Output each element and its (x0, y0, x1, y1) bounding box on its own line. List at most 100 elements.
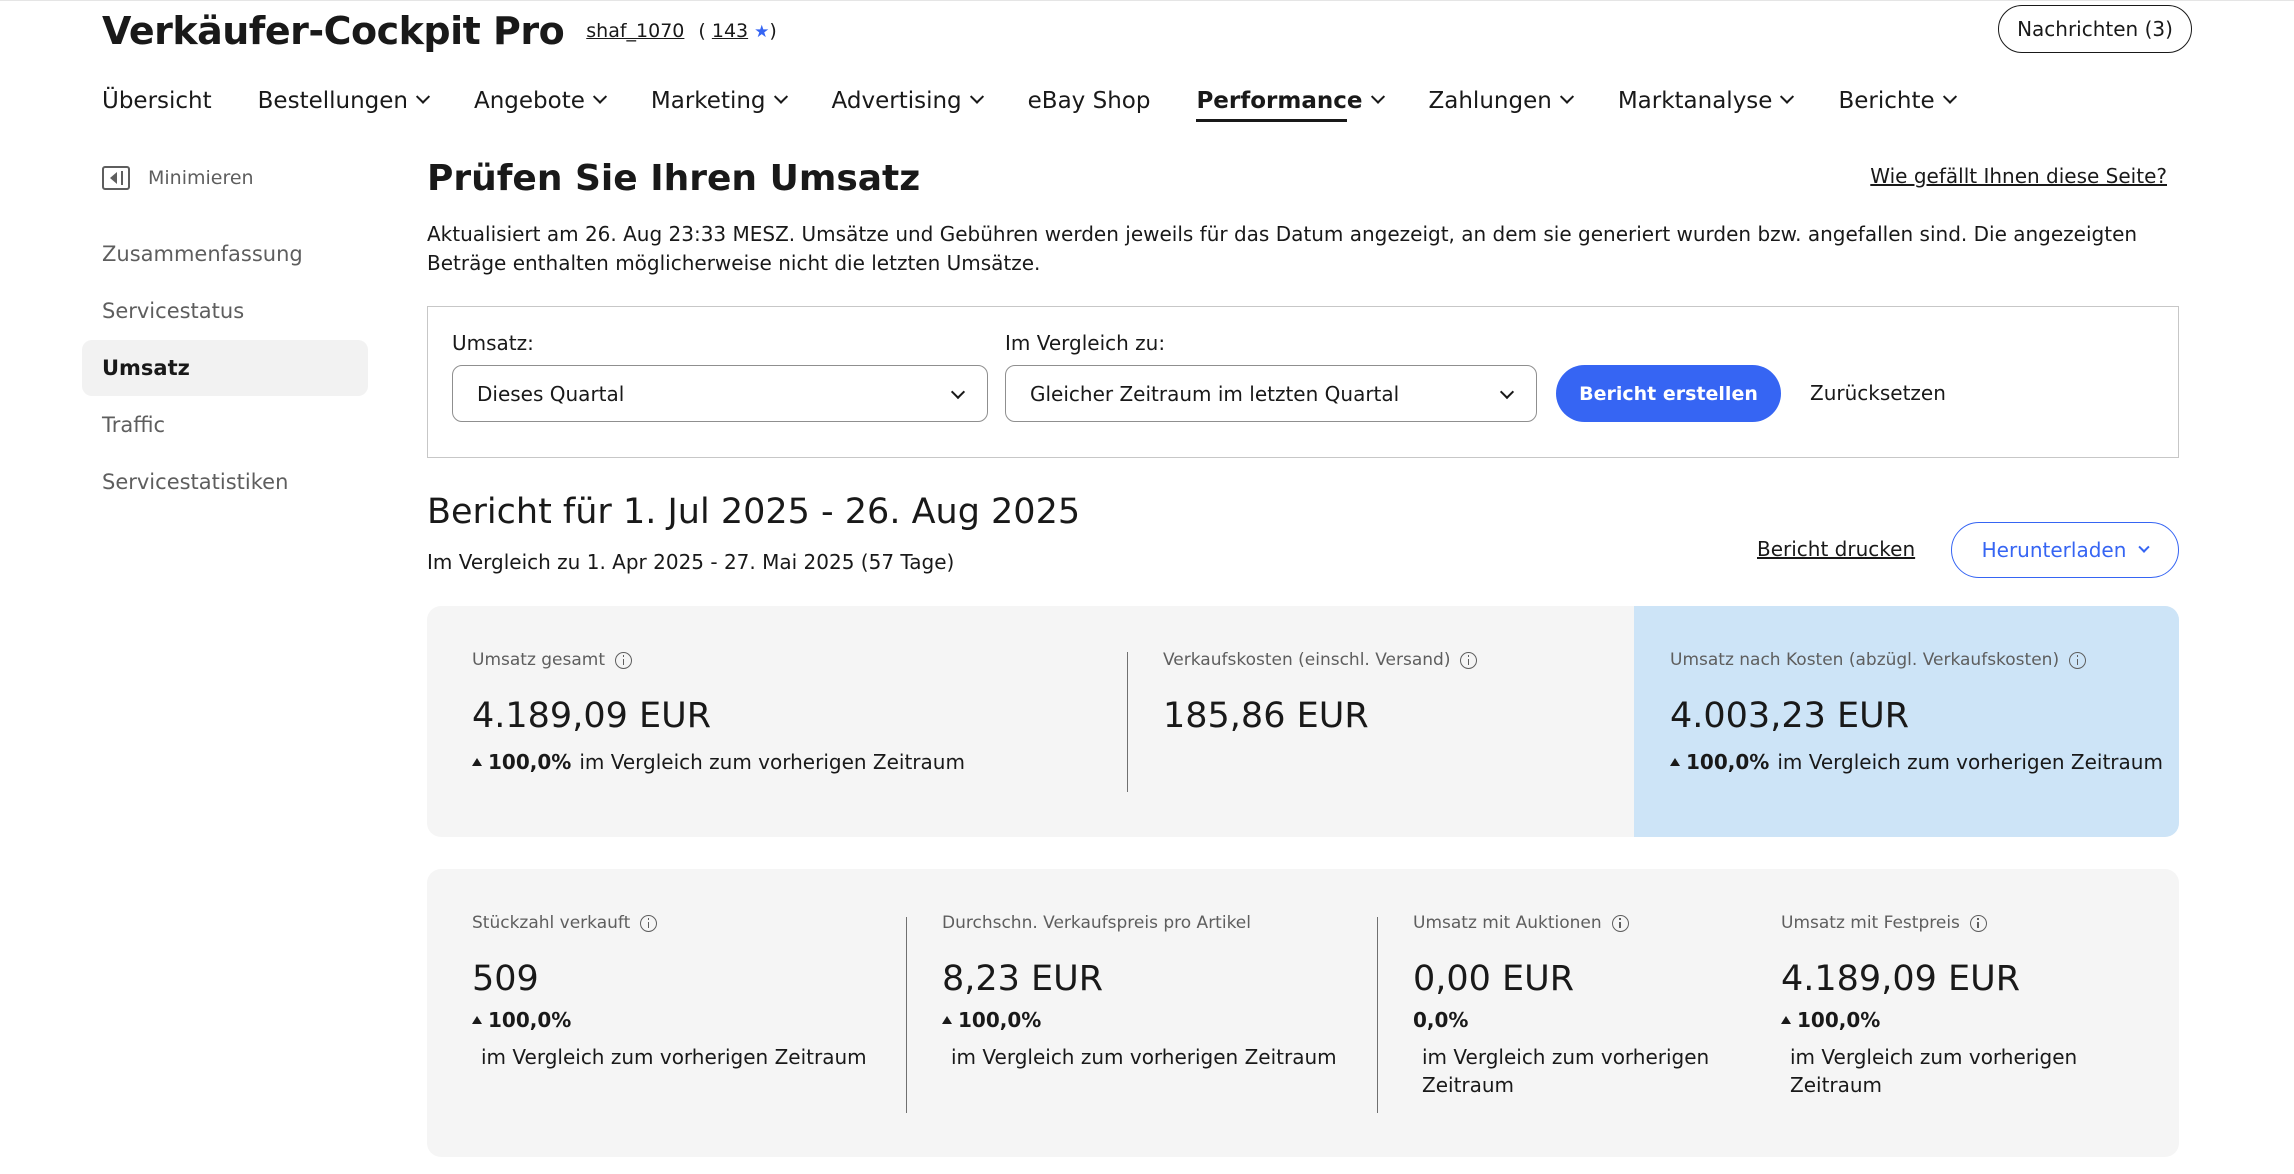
info-icon[interactable] (615, 651, 633, 669)
collapse-sidebar-icon (102, 166, 130, 190)
metric-selling-costs: Verkaufskosten (einschl. Versand) 185,86… (1163, 648, 1478, 740)
feedback-open-paren: ( (698, 20, 706, 42)
metric-value: 4.189,09 EUR (1781, 959, 2021, 999)
nav-item-listings[interactable]: Angebote (474, 78, 607, 124)
metric-change-text: im Vergleich zum vorherigen Zeitraum (1777, 750, 2163, 774)
metric-change-text: im Vergleich zum vorherigen Zeitraum (1790, 1045, 2078, 1097)
chevron-down-icon (773, 89, 788, 104)
chevron-down-icon (1559, 89, 1574, 104)
username-link[interactable]: shaf_1070 (586, 20, 684, 42)
page-feedback-link[interactable]: Wie gefällt Ihnen diese Seite? (1870, 164, 2167, 188)
metric-change: 100,0% (488, 1008, 572, 1032)
feedback-score-link[interactable]: 143 (712, 20, 748, 42)
download-label: Herunterladen (1981, 538, 2127, 562)
metric-label: Umsatz nach Kosten (abzügl. Verkaufskost… (1670, 650, 2060, 670)
info-icon[interactable] (1611, 914, 1629, 932)
metric-change: 0,0% (1413, 1008, 1469, 1032)
metric-divider (1377, 917, 1378, 1113)
metric-change: 100,0% (1797, 1008, 1881, 1032)
sidebar-item-sales[interactable]: Umsatz (82, 340, 368, 396)
chevron-down-icon (592, 89, 607, 104)
chevron-down-icon (1780, 89, 1795, 104)
metric-change: 100,0% (958, 1008, 1042, 1032)
compare-period-select[interactable]: Gleicher Zeitraum im letzten Quartal (1005, 365, 1537, 422)
sales-period-value: Dieses Quartal (477, 381, 625, 406)
metric-auction-sales: Umsatz mit Auktionen 0,00 EUR 0,0% im Ve… (1413, 911, 1723, 1099)
download-button[interactable]: Herunterladen (1951, 522, 2179, 578)
chevron-down-icon (950, 384, 966, 400)
header: Verkäufer-Cockpit Pro shaf_1070 ( 143 ★) (102, 6, 777, 56)
metric-label: Verkaufskosten (einschl. Versand) (1163, 650, 1451, 670)
updated-notice: Aktualisiert am 26. Aug 23:33 MESZ. Umsä… (427, 222, 2138, 275)
metric-value: 0,00 EUR (1413, 959, 1575, 999)
nav-item-label: Performance (1196, 88, 1363, 114)
metric-divider (1127, 652, 1128, 792)
info-icon[interactable] (1460, 651, 1478, 669)
report-filter: Umsatz: Dieses Quartal Im Vergleich zu: … (427, 306, 2179, 458)
nav-item-overview[interactable]: Übersicht (102, 78, 212, 124)
page-title: Prüfen Sie Ihren Umsatz (427, 158, 921, 199)
nav-item-ebay-shop[interactable]: eBay Shop (1028, 78, 1151, 124)
print-report-link[interactable]: Bericht drucken (1757, 537, 1915, 561)
nav-item-orders[interactable]: Bestellungen (257, 78, 431, 124)
metric-value: 8,23 EUR (942, 959, 1104, 999)
messages-button[interactable]: Nachrichten (3) (1998, 5, 2192, 53)
arrow-up-icon (472, 758, 482, 766)
nav-item-market-analysis[interactable]: Marktanalyse (1617, 78, 1795, 124)
nav-item-performance[interactable]: Performance (1196, 78, 1385, 124)
metric-change: 100,0% (1686, 750, 1770, 774)
metric-change-text: im Vergleich zum vorherigen Zeitraum (951, 1045, 1337, 1069)
chevron-down-icon (2138, 541, 2151, 553)
nav-item-label: Zahlungen (1428, 88, 1552, 114)
metric-units-sold: Stückzahl verkauft 509 100,0% im Verglei… (472, 911, 892, 1071)
info-icon[interactable] (2069, 651, 2087, 669)
nav-item-label: Bestellungen (257, 88, 408, 114)
sidebar-item-summary[interactable]: Zusammenfassung (82, 226, 368, 282)
nav-item-advertising[interactable]: Advertising (832, 78, 984, 124)
chevron-down-icon (969, 89, 984, 104)
top-border (0, 0, 2294, 5)
metric-avg-price: Durchschn. Verkaufspreis pro Artikel 8,2… (942, 911, 1362, 1071)
metric-divider (906, 917, 907, 1113)
sales-period-select[interactable]: Dieses Quartal (452, 365, 988, 422)
sales-period-label: Umsatz: (452, 331, 534, 355)
nav-item-payments[interactable]: Zahlungen (1428, 78, 1574, 124)
sidebar-item-service-metrics[interactable]: Servicestatistiken (82, 454, 368, 510)
chevron-down-icon (1370, 89, 1385, 104)
metric-total-sales: Umsatz gesamt 4.189,09 EUR 100,0% im Verg… (472, 648, 965, 774)
reset-link[interactable]: Zurücksetzen (1810, 381, 1946, 405)
chevron-down-icon (1499, 384, 1515, 400)
minimize-button[interactable]: Minimieren (82, 158, 368, 198)
info-icon[interactable] (640, 914, 658, 932)
nav-item-label: Angebote (474, 88, 585, 114)
nav-item-reports[interactable]: Berichte (1838, 78, 1957, 124)
info-icon[interactable] (1969, 914, 1987, 932)
nav-item-marketing[interactable]: Marketing (651, 78, 788, 124)
nav-item-label: Marktanalyse (1617, 88, 1773, 114)
metric-change-text: im Vergleich zum vorherigen Zeitraum (481, 1045, 867, 1069)
create-report-button[interactable]: Bericht erstellen (1556, 365, 1781, 422)
nav-item-label: eBay Shop (1027, 88, 1151, 114)
metric-label: Umsatz gesamt (472, 650, 606, 670)
minimize-label: Minimieren (148, 167, 254, 189)
main-nav: Übersicht Bestellungen Angebote Marketin… (102, 78, 2001, 124)
sidebar-item-service-status[interactable]: Servicestatus (82, 283, 368, 339)
metric-value: 509 (472, 959, 539, 999)
chevron-down-icon (1942, 89, 1957, 104)
metric-value: 4.189,09 EUR (472, 696, 712, 736)
feedback-close-paren: ) (769, 20, 777, 42)
arrow-up-icon (942, 1016, 952, 1024)
app-title: Verkäufer-Cockpit Pro (102, 9, 565, 53)
metric-label: Umsatz mit Festpreis (1781, 913, 1960, 933)
metric-fixed-price-sales: Umsatz mit Festpreis 4.189,09 EUR 100,0%… (1781, 911, 2171, 1099)
report-title: Bericht für 1. Jul 2025 - 26. Aug 2025 (427, 492, 1081, 532)
report-comparison-period: Im Vergleich zu 1. Apr 2025 - 27. Mai 20… (427, 550, 955, 574)
metric-label: Durchschn. Verkaufspreis pro Artikel (942, 913, 1251, 933)
sidebar: Minimieren Zusammenfassung Servicestatus… (82, 158, 368, 510)
sidebar-item-traffic[interactable]: Traffic (82, 397, 368, 453)
star-icon: ★ (754, 22, 770, 42)
metric-value: 4.003,23 EUR (1670, 696, 1910, 736)
arrow-up-icon (1670, 758, 1680, 766)
compare-period-value: Gleicher Zeitraum im letzten Quartal (1030, 381, 1400, 406)
metric-value: 185,86 EUR (1163, 696, 1369, 736)
